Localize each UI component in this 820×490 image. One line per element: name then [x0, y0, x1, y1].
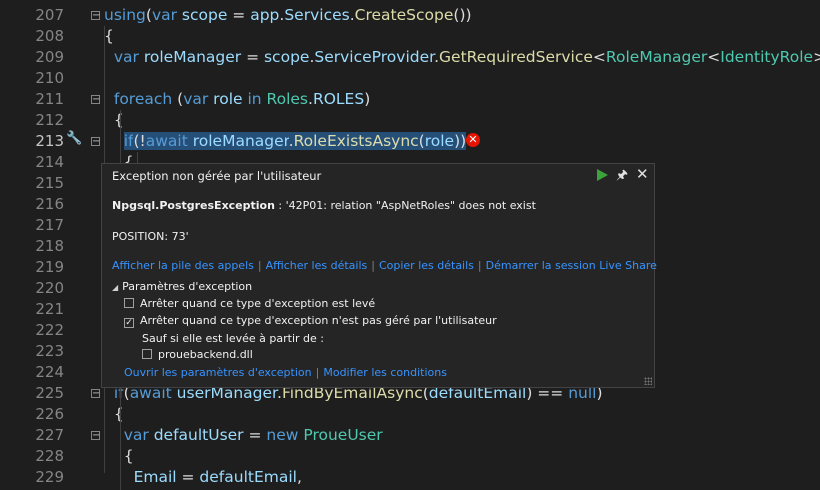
- code-text: using(var scope = app.Services.CreateSco…: [104, 6, 472, 24]
- line-number: 219: [35, 258, 64, 276]
- code-text: {: [104, 447, 134, 465]
- close-icon[interactable]: ✕: [636, 165, 649, 183]
- code-text: foreach (var role in Roles.ROLES): [113, 90, 371, 108]
- show-details-link[interactable]: Afficher les détails: [266, 259, 368, 272]
- fold-toggle-icon[interactable]: −: [91, 137, 100, 147]
- line-number: 223: [35, 342, 64, 360]
- code-line[interactable]: 207 − using(var scope = app.Services.Creat…: [0, 5, 820, 26]
- except-when-label: Sauf si elle est levée à partir de :: [142, 332, 324, 345]
- line-number: 210: [35, 69, 64, 87]
- break-when-thrown-checkbox[interactable]: [124, 298, 134, 308]
- fold-toggle-icon[interactable]: −: [91, 95, 100, 105]
- line-number: 207: [35, 6, 64, 24]
- line-number: 215: [35, 174, 64, 192]
- line-number: 218: [35, 237, 64, 255]
- fold-toggle-icon[interactable]: −: [91, 11, 100, 21]
- exception-type: Npgsql.PostgresException: [112, 199, 275, 212]
- line-number: 212: [35, 111, 64, 129]
- code-text: if(!await roleManager.RoleExistsAsync(ro…: [123, 132, 467, 150]
- code-text: {: [104, 27, 114, 45]
- collapse-triangle-icon[interactable]: ◢: [112, 283, 118, 292]
- break-when-unhandled-row[interactable]: ✓ Arrêter quand ce type d'exception n'est…: [124, 314, 497, 328]
- line-number: 213: [35, 132, 64, 150]
- edit-conditions-link[interactable]: Modifier les conditions: [323, 366, 447, 379]
- fold-toggle-icon[interactable]: −: [91, 389, 100, 399]
- pin-icon[interactable]: 🖈: [616, 166, 628, 188]
- line-number: 211: [35, 90, 64, 108]
- line-number: 224: [35, 363, 64, 381]
- exception-position: POSITION: 73': [112, 230, 189, 243]
- line-number: 220: [35, 279, 64, 297]
- code-text: Email = defaultEmail,: [133, 468, 302, 486]
- line-number: 208: [35, 27, 64, 45]
- exception-message: Npgsql.PostgresException : '42P01: relat…: [112, 199, 536, 212]
- line-number: 229: [35, 468, 64, 486]
- exception-settings-header[interactable]: ◢ Paramètres d'exception: [112, 280, 252, 293]
- module-checkbox[interactable]: [142, 349, 152, 359]
- code-line[interactable]: 209 var roleManager = scope.ServiceProvi…: [0, 47, 820, 68]
- line-number: 217: [35, 216, 64, 234]
- code-line[interactable]: 208 {: [0, 26, 820, 47]
- code-line[interactable]: 212 {: [0, 110, 820, 131]
- line-number: 222: [35, 321, 64, 339]
- exception-popup: Exception non gérée par l'utilisateur 🖈 …: [101, 163, 657, 388]
- break-when-unhandled-checkbox[interactable]: ✓: [124, 318, 134, 328]
- action-links: Afficher la pile des appels | Afficher les…: [112, 259, 657, 272]
- error-icon[interactable]: ✕: [466, 133, 480, 147]
- code-line[interactable]: 226 {: [0, 404, 820, 425]
- code-text: var defaultUser = new ProueUser: [123, 426, 383, 444]
- module-row[interactable]: proueback­end.dll: [142, 348, 253, 361]
- line-number: 227: [35, 426, 64, 444]
- code-line[interactable]: 228 {: [0, 446, 820, 467]
- bottom-links: Ouvrir les paramètres d'exception | Modifi…: [124, 366, 447, 379]
- line-number: 221: [35, 300, 64, 318]
- continue-icon[interactable]: [594, 167, 610, 183]
- line-number: 228: [35, 447, 64, 465]
- line-number: 216: [35, 195, 64, 213]
- line-number: 214: [35, 153, 64, 171]
- code-line[interactable]: 210: [0, 68, 820, 89]
- show-call-stack-link[interactable]: Afficher la pile des appels: [112, 259, 254, 272]
- code-line[interactable]: 229 Email = defaultEmail,: [0, 467, 820, 488]
- exception-text: : '42P01: relation "AspNetRoles" does no…: [274, 199, 536, 212]
- code-line[interactable]: 213 − if(!await roleManager.RoleExistsAsy…: [0, 131, 820, 152]
- break-when-thrown-row[interactable]: Arrêter quand ce type d'exception est le…: [124, 297, 375, 310]
- resize-grip[interactable]: [644, 377, 652, 385]
- quick-action-icon[interactable]: 🔧: [66, 131, 82, 146]
- code-line[interactable]: 211 − foreach (var role in Roles.ROLES): [0, 89, 820, 110]
- line-number: 225: [35, 384, 64, 402]
- fold-toggle-icon[interactable]: −: [91, 431, 100, 441]
- copy-details-link[interactable]: Copier les détails: [379, 259, 474, 272]
- code-text: var roleManager = scope.ServiceProvider.…: [113, 48, 820, 66]
- live-share-link[interactable]: Démarrer la session Live Share: [486, 259, 657, 272]
- code-line[interactable]: 227 − var defaultUser = new ProueUser: [0, 425, 820, 446]
- line-number: 209: [35, 48, 64, 66]
- line-number: 226: [35, 405, 64, 423]
- open-exception-settings-link[interactable]: Ouvrir les paramètres d'exception: [124, 366, 312, 379]
- popup-title: Exception non gérée par l'utilisateur: [112, 169, 322, 183]
